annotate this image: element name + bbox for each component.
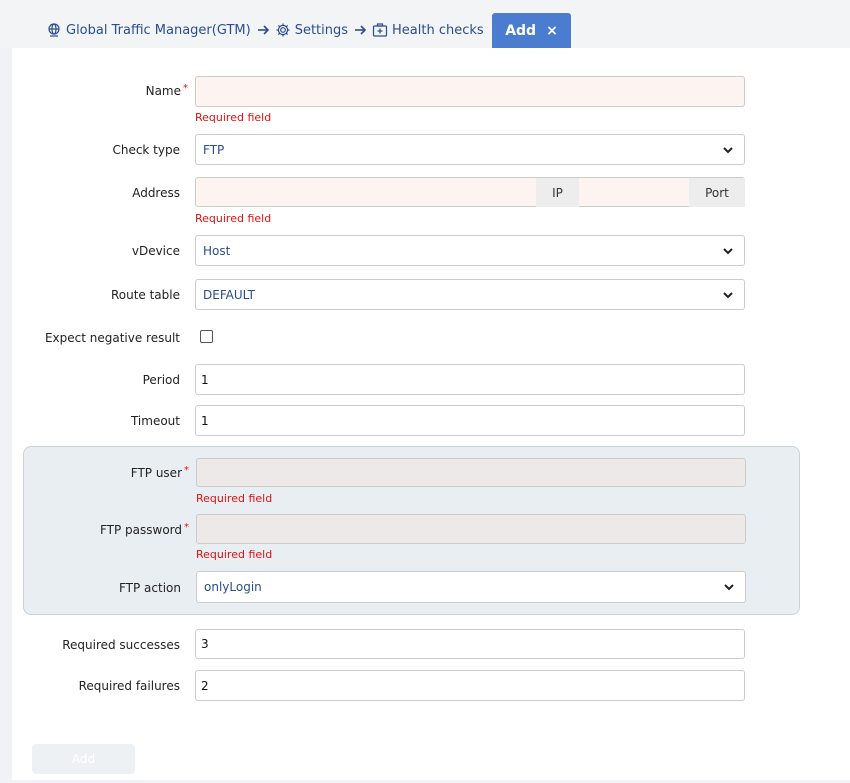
ftp-action-select[interactable]: onlyLogin [196,571,746,603]
ftp-action-label: FTP action [118,581,181,595]
gear-icon [275,22,291,38]
address-error: Required field [195,212,272,225]
address-group: IP Port [195,177,745,207]
chevron-down-icon [722,144,734,156]
check-type-label: Check type [112,143,180,157]
name-input[interactable] [195,76,745,107]
tab-add-label: Add [505,22,537,39]
breadcrumb-gtm[interactable]: Global Traffic Manager(GTM) [46,22,251,38]
check-type-select[interactable]: FTP [195,134,745,165]
expect-negative-label: Expect negative result [44,331,180,345]
timeout-label: Timeout [130,414,180,428]
expect-negative-checkbox[interactable] [200,330,213,343]
breadcrumb-label: Global Traffic Manager(GTM) [66,22,251,38]
required-failures-label: Required failures [78,679,180,693]
tab-add[interactable]: Add × [492,13,571,48]
address-label: Address [132,186,180,200]
period-label: Period [142,373,180,387]
arrow-right-icon [256,23,270,37]
health-check-icon [372,22,388,38]
period-input[interactable]: 1 [195,364,745,395]
address-port-input[interactable] [579,178,689,207]
close-icon[interactable]: × [546,23,558,39]
required-successes-input[interactable]: 3 [195,629,745,659]
ftp-user-input[interactable] [196,458,746,487]
ftp-user-error: Required field [196,492,273,505]
route-table-label: Route table [110,288,180,302]
name-error: Required field [195,111,272,124]
port-addon: Port [689,178,745,207]
chevron-down-icon [722,289,734,301]
route-table-select[interactable]: DEFAULT [195,279,745,310]
breadcrumb-health-checks[interactable]: Health checks [372,22,484,38]
chevron-down-icon [723,581,735,593]
add-button[interactable]: Add [32,744,135,774]
breadcrumb-label: Settings [294,22,349,38]
address-ip-input[interactable] [196,178,536,207]
breadcrumb-label: Health checks [392,22,484,38]
ftp-password-label: FTP password * [99,522,189,537]
ip-addon: IP [536,178,579,207]
vdevice-select[interactable]: Host [195,235,745,266]
breadcrumb: Global Traffic Manager(GTM) Settings Hea… [46,22,484,38]
breadcrumb-settings[interactable]: Settings [275,22,348,38]
required-failures-input[interactable]: 2 [195,670,745,701]
ftp-password-error: Required field [196,548,273,561]
globe-icon [46,22,62,38]
arrow-right-icon [353,23,367,37]
required-successes-label: Required successes [62,638,180,652]
name-label: Name * [145,83,188,98]
ftp-password-input[interactable] [196,514,746,544]
ftp-user-label: FTP user * [130,465,189,480]
timeout-input[interactable]: 1 [195,405,745,436]
vdevice-label: vDevice [131,244,180,258]
chevron-down-icon [722,245,734,257]
